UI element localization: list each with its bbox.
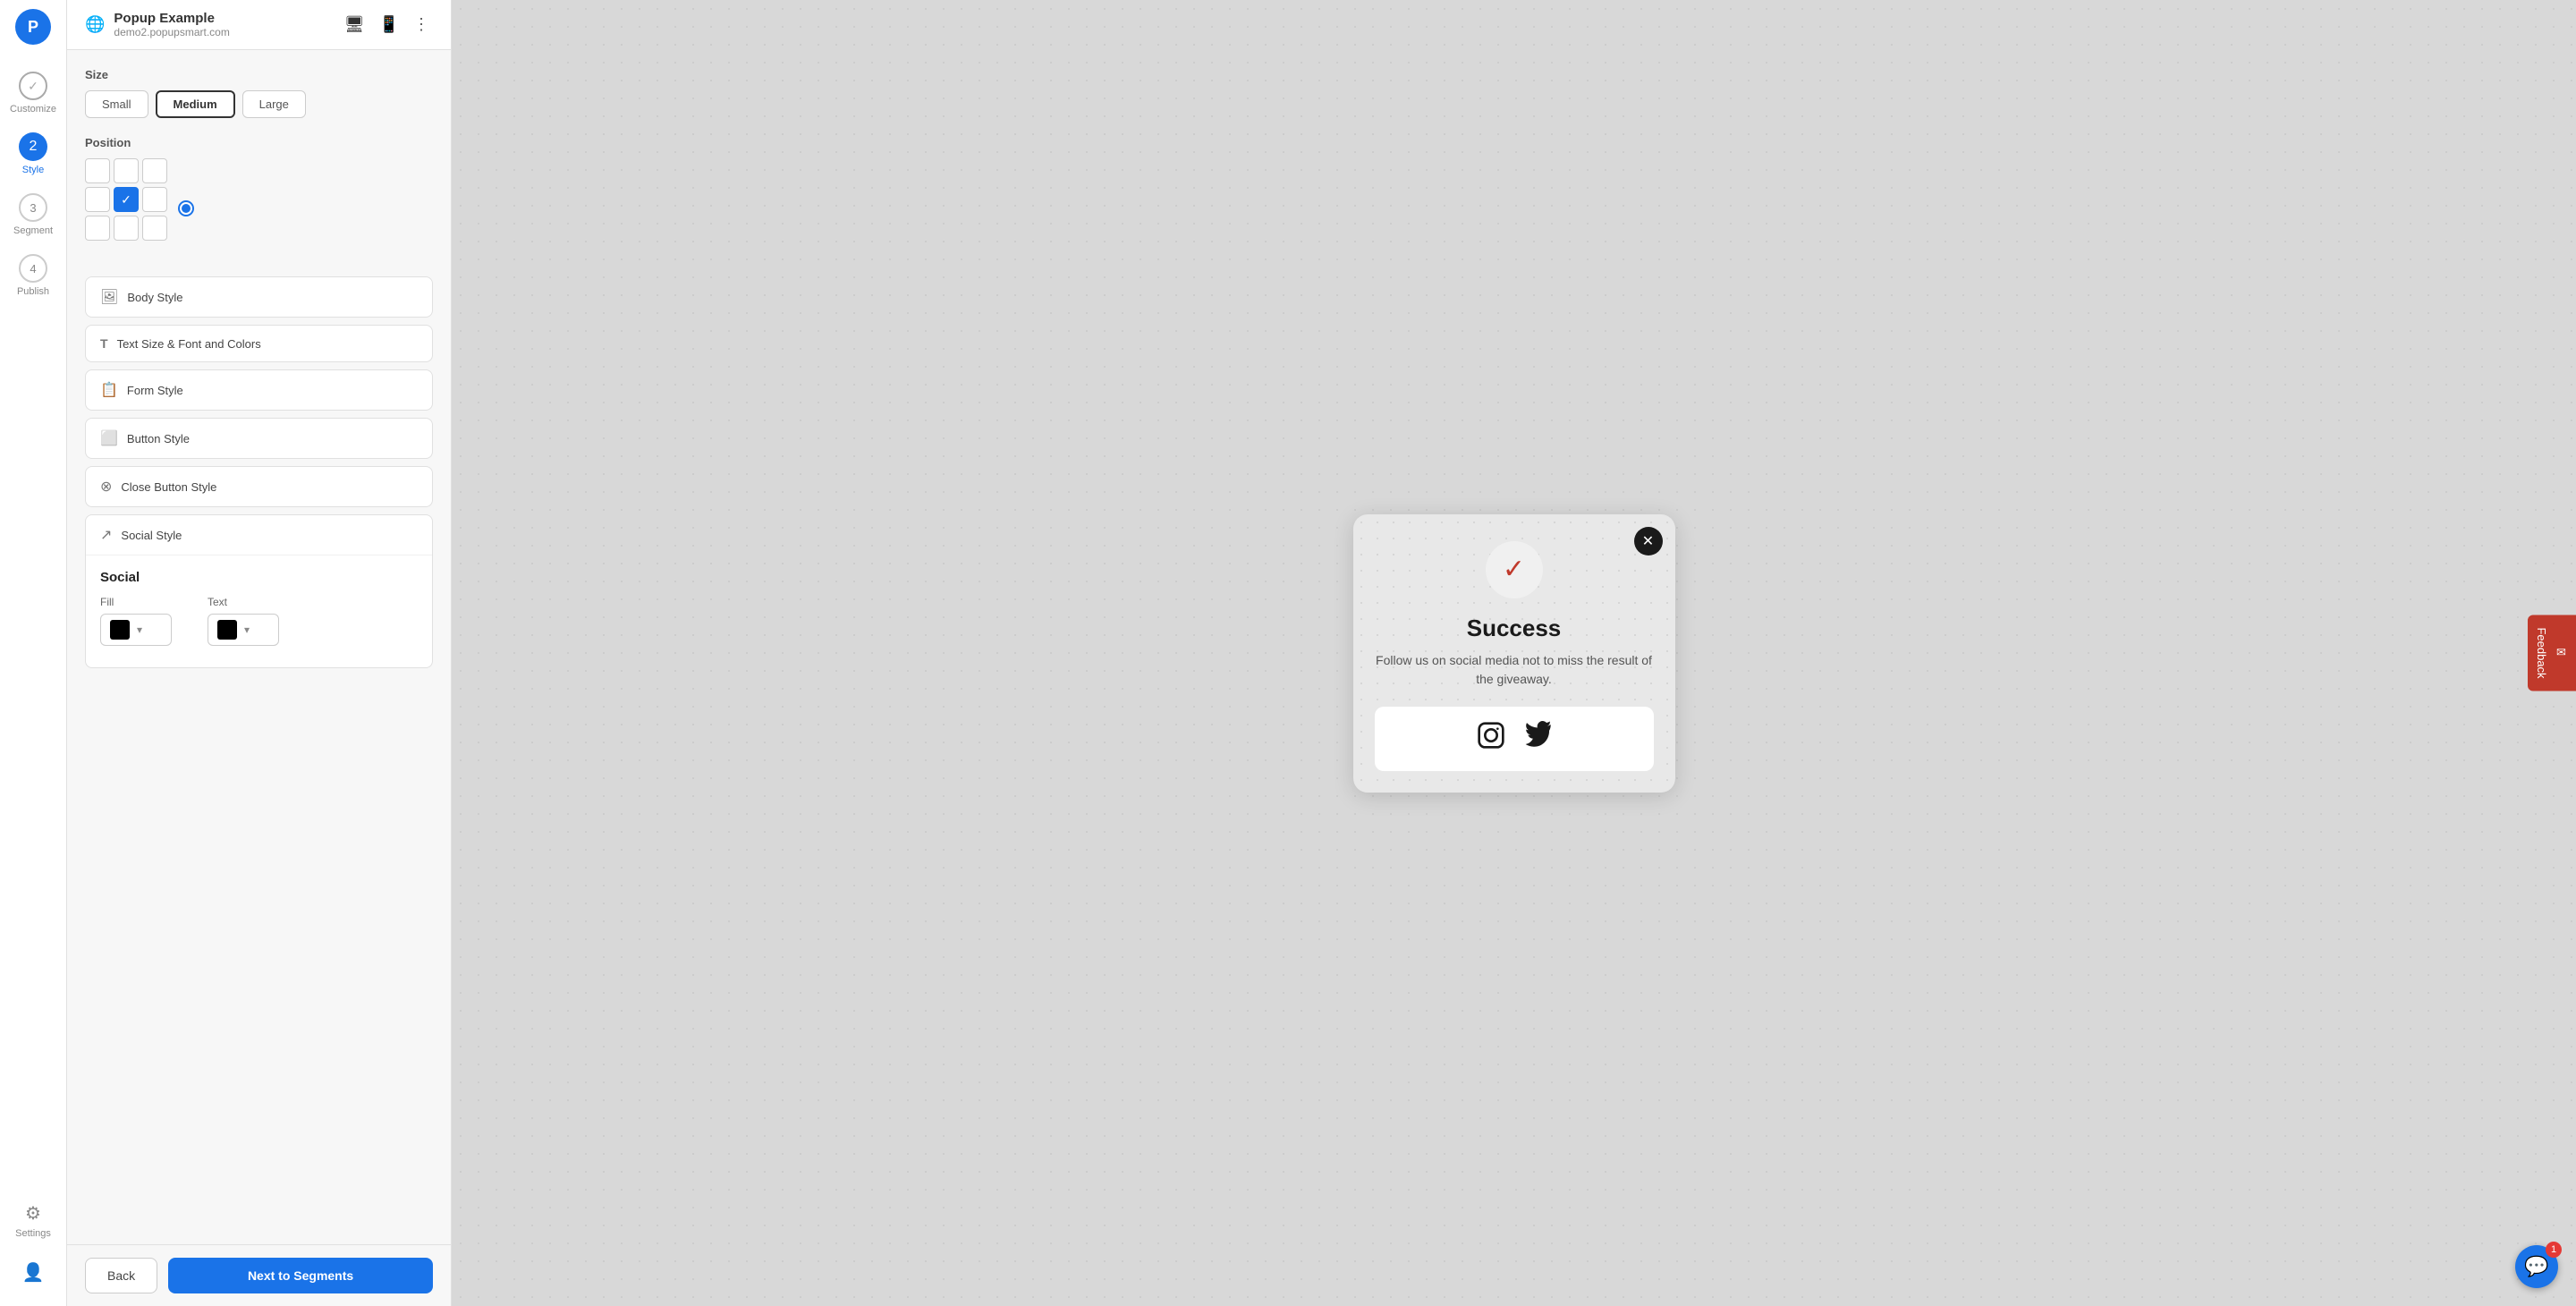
text-color-col: Text ▾	[208, 596, 279, 646]
chat-icon: 💬	[2524, 1255, 2548, 1278]
text-label: Text	[208, 596, 279, 608]
sidebar-label-settings: Settings	[15, 1228, 51, 1239]
text-color-swatch	[217, 620, 237, 640]
settings-panel: 🌐 Popup Example demo2.popupsmart.com 🖥 📱…	[67, 0, 452, 1306]
chat-bubble-button[interactable]: 💬 1	[2515, 1245, 2558, 1288]
popup-preview-card: ✕ ✓ Success Follow us on social media no…	[1353, 514, 1675, 793]
fill-chevron-icon: ▾	[137, 623, 142, 636]
step-circle-style: 2	[19, 132, 47, 161]
size-large-button[interactable]: Large	[242, 90, 306, 118]
next-to-segments-button[interactable]: Next to Segments	[168, 1258, 433, 1293]
pos-bot-center[interactable]	[114, 216, 139, 241]
button-style-item[interactable]: ⬜ Button Style	[85, 418, 433, 459]
social-style-body: Social Fill ▾ Text ▾	[86, 555, 432, 667]
popup-description: Follow us on social media not to miss th…	[1375, 651, 1654, 689]
popup-title-header: Popup Example	[114, 11, 229, 26]
more-options-button[interactable]: ⋮	[410, 12, 433, 38]
body-style-icon: 🖼	[100, 288, 118, 306]
desktop-view-button[interactable]: 🖥	[341, 12, 369, 38]
position-radio-indicator	[178, 200, 194, 216]
panel-header: 🌐 Popup Example demo2.popupsmart.com 🖥 📱…	[67, 0, 451, 50]
sidebar-label-style: Style	[22, 165, 44, 175]
sidebar-item-profile[interactable]: 👤	[15, 1252, 51, 1293]
sidebar-item-style[interactable]: 2 Style	[0, 123, 66, 184]
preview-area: ✕ ✓ Success Follow us on social media no…	[452, 0, 2576, 1306]
social-style-header-icon: ↗	[100, 526, 112, 544]
close-button-label: Close Button Style	[121, 480, 216, 494]
social-section-title: Social	[100, 570, 418, 585]
size-button-group: Small Medium Large	[85, 90, 433, 118]
position-grid	[85, 158, 167, 241]
body-style-item[interactable]: 🖼 Body Style	[85, 276, 433, 318]
pos-bot-right[interactable]	[142, 216, 167, 241]
position-section-title: Position	[85, 136, 433, 149]
social-style-card: ↗ Social Style Social Fill ▾ Text	[85, 514, 433, 668]
sidebar-item-publish[interactable]: 4 Publish	[0, 245, 66, 306]
sidebar-label-customize: Customize	[10, 104, 56, 114]
form-style-item[interactable]: 📋 Form Style	[85, 369, 433, 411]
feedback-tab[interactable]: ✉ Feedback	[2528, 615, 2576, 691]
sidebar-item-settings[interactable]: ⚙ Settings	[15, 1193, 51, 1248]
sidebar-item-customize[interactable]: ✓ Customize	[0, 63, 66, 123]
panel-footer: Back Next to Segments	[67, 1244, 451, 1306]
close-button-style-item[interactable]: ⊗ Close Button Style	[85, 466, 433, 507]
twitter-icon[interactable]	[1523, 721, 1552, 757]
fill-color-swatch	[110, 620, 130, 640]
sidebar-label-segment: Segment	[13, 225, 53, 236]
social-icons-box	[1375, 707, 1654, 771]
fill-label: Fill	[100, 596, 172, 608]
sidebar-label-publish: Publish	[17, 286, 49, 297]
app-logo[interactable]: P	[15, 9, 51, 45]
form-style-icon: 📋	[100, 381, 118, 399]
button-style-icon: ⬜	[100, 429, 118, 447]
close-button-icon: ⊗	[100, 478, 112, 496]
text-color-picker[interactable]: ▾	[208, 614, 279, 646]
feedback-label: Feedback	[2535, 627, 2548, 678]
mobile-view-button[interactable]: 📱	[376, 12, 402, 38]
panel-content: Size Small Medium Large Position	[67, 50, 451, 1244]
popup-subtitle: demo2.popupsmart.com	[114, 26, 229, 38]
size-small-button[interactable]: Small	[85, 90, 148, 118]
pos-mid-right[interactable]	[142, 187, 167, 212]
body-style-label: Body Style	[127, 291, 182, 304]
sidebar-item-segment[interactable]: 3 Segment	[0, 184, 66, 245]
pos-mid-left[interactable]	[85, 187, 110, 212]
popup-success-title: Success	[1375, 615, 1654, 642]
color-row: Fill ▾ Text ▾	[100, 596, 418, 646]
social-style-header[interactable]: ↗ Social Style	[86, 515, 432, 555]
text-chevron-icon: ▾	[244, 623, 250, 636]
text-icon: T	[100, 336, 108, 351]
device-toggle-group: 🖥 📱 ⋮	[341, 12, 433, 38]
left-sidebar: P ✓ Customize 2 Style 3 Segment 4 Publis…	[0, 0, 67, 1306]
pos-bot-left[interactable]	[85, 216, 110, 241]
size-section-title: Size	[85, 68, 433, 81]
form-style-label: Form Style	[127, 384, 183, 397]
instagram-icon[interactable]	[1477, 721, 1505, 757]
pos-top-right[interactable]	[142, 158, 167, 183]
popup-check-icon: ✓	[1486, 541, 1543, 598]
feedback-icon: ✉	[2555, 647, 2569, 660]
button-style-label: Button Style	[127, 432, 190, 445]
popup-close-button[interactable]: ✕	[1634, 527, 1663, 555]
header-globe-icon: 🌐	[85, 15, 105, 34]
pos-top-center[interactable]	[114, 158, 139, 183]
social-style-header-label: Social Style	[121, 529, 182, 542]
fill-color-col: Fill ▾	[100, 596, 172, 646]
back-button[interactable]: Back	[85, 1258, 157, 1293]
text-size-font-label: Text Size & Font and Colors	[117, 337, 261, 351]
pos-mid-center[interactable]	[114, 187, 139, 212]
fill-color-picker[interactable]: ▾	[100, 614, 172, 646]
size-medium-button[interactable]: Medium	[156, 90, 235, 118]
chat-badge: 1	[2546, 1242, 2562, 1258]
pos-top-left[interactable]	[85, 158, 110, 183]
text-size-font-item[interactable]: T Text Size & Font and Colors	[85, 325, 433, 362]
